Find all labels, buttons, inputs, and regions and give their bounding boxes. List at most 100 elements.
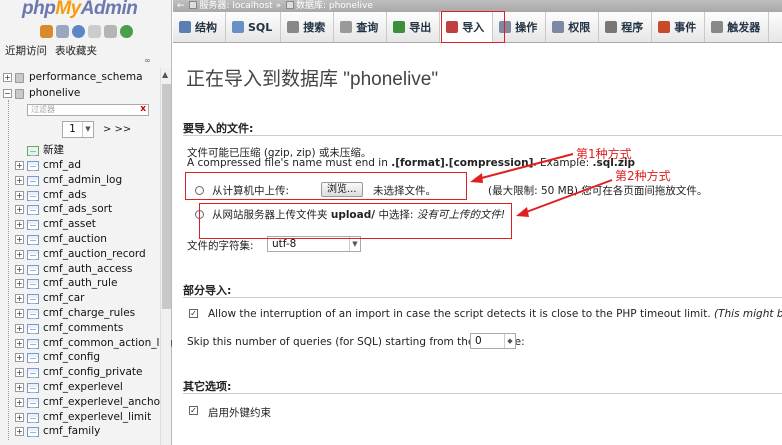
expand-icon[interactable]: + [15,190,24,200]
table-item[interactable]: + cmf_experlevel_anchor [0,395,164,410]
new-table-item[interactable]: 新建 [0,143,160,158]
table-item[interactable]: + cmf_common_action_log [0,336,173,351]
table-item[interactable]: + cmf_asset [0,217,160,232]
skip-queries-input[interactable]: 0 ◆ [470,333,516,349]
tab-sql[interactable]: SQL [226,12,282,42]
expand-icon[interactable]: + [15,397,24,407]
table-item[interactable]: + cmf_auth_rule [0,276,160,291]
expand-icon[interactable]: + [15,368,24,378]
expand-icon[interactable]: + [15,427,24,437]
expand-icon[interactable]: + [15,294,24,304]
table-name[interactable]: cmf_auction_record [43,247,146,262]
table-item[interactable]: + cmf_config [0,350,160,365]
table-item[interactable]: + cmf_experlevel_limit [0,410,160,425]
link-icon[interactable]: ∞ [144,56,154,65]
table-name[interactable]: cmf_experlevel_anchor [43,395,164,410]
table-item[interactable]: + cmf_comments [0,321,160,336]
next-page-link[interactable]: > >> [103,124,131,135]
page-select[interactable]: 1 ▼ [62,121,94,138]
table-item[interactable]: + cmf_ads [0,188,160,203]
tab-search[interactable]: 搜索 [281,12,335,42]
table-name[interactable]: cmf_experlevel_limit [43,410,151,425]
expand-icon[interactable]: + [15,338,24,348]
home-icon[interactable] [40,25,53,38]
expand-icon[interactable]: + [15,412,24,422]
foreign-keys-checkbox[interactable]: ✓ [189,406,198,415]
help-icon[interactable] [72,25,85,38]
table-item[interactable]: + cmf_auction [0,232,160,247]
scroll-up-icon[interactable]: ▲ [162,70,168,79]
tab-triggers[interactable]: 触发器 [705,12,770,42]
table-item[interactable]: + cmf_admin_log [0,173,160,188]
table-item[interactable]: + cmf_auction_record [0,247,160,262]
expand-icon[interactable]: + [15,279,24,289]
expand-icon[interactable]: + [15,205,24,215]
tab-recent[interactable]: 近期访问 [4,42,48,59]
file-section-heading: 要导入的文件: [183,122,254,135]
phpmyadmin-logo[interactable]: phpMyAdmin [22,0,138,20]
clear-filter-icon[interactable]: x [140,104,146,114]
expand-icon[interactable]: + [15,220,24,230]
expand-icon[interactable]: + [15,264,24,274]
table-name[interactable]: cmf_auth_rule [43,276,117,291]
breadcrumb-db[interactable]: 数据库: phonelive [296,1,373,11]
table-item[interactable]: + cmf_car [0,291,160,306]
table-name[interactable]: cmf_auth_access [43,262,132,277]
table-filter-input[interactable]: 过滤器 x [27,104,149,116]
tab-favorites[interactable]: 表收藏夹 [54,42,98,59]
breadcrumb-server[interactable]: 服务器: localhost » [199,1,281,11]
table-name[interactable]: cmf_admin_log [43,173,122,188]
collapse-icon[interactable]: − [3,89,12,98]
scroll-thumb[interactable] [162,84,171,309]
table-item[interactable]: + cmf_auth_access [0,262,160,277]
table-name[interactable]: cmf_asset [43,217,96,232]
table-name[interactable]: cmf_ads [43,188,87,203]
stepper-icon[interactable]: ◆ [504,334,515,348]
table-icon [27,323,39,334]
table-item[interactable]: + cmf_config_private [0,365,160,380]
table-item[interactable]: + cmf_ads_sort [0,202,160,217]
table-name[interactable]: 新建 [43,143,64,158]
settings-icon[interactable] [104,25,117,38]
logout-icon[interactable] [56,25,69,38]
table-name[interactable]: cmf_auction [43,232,107,247]
db-name[interactable]: performance_schema [29,70,143,85]
expand-icon[interactable]: + [15,161,24,170]
table-name[interactable]: cmf_common_action_log [43,336,173,351]
tab-structure[interactable]: 结构 [173,12,226,42]
tab-export[interactable]: 导出 [387,12,441,42]
import-tab-highlight [441,11,505,43]
docs-icon[interactable] [88,25,101,38]
table-name[interactable]: cmf_ads_sort [43,202,112,217]
table-name[interactable]: cmf_experlevel [43,380,123,395]
tab-routines[interactable]: 程序 [599,12,653,42]
expand-icon[interactable]: + [15,235,24,244]
expand-icon[interactable]: + [15,383,24,392]
table-name[interactable]: cmf_ad [43,158,81,173]
tab-privileges[interactable]: 权限 [546,12,600,42]
table-name[interactable]: cmf_charge_rules [43,306,135,321]
allow-interrupt-checkbox[interactable]: ✓ [189,309,198,318]
expand-icon[interactable]: + [3,73,12,82]
table-name[interactable]: cmf_comments [43,321,123,336]
charset-label: 文件的字符集: [187,240,254,252]
reload-icon[interactable] [120,25,133,38]
table-item[interactable]: + cmf_family [0,424,160,439]
expand-icon[interactable]: + [15,249,24,259]
expand-icon[interactable]: + [15,323,24,333]
table-name[interactable]: cmf_family [43,424,100,439]
table-item[interactable]: + cmf_charge_rules [0,306,160,321]
table-name[interactable]: cmf_car [43,291,84,306]
db-name[interactable]: phonelive [29,86,80,101]
table-item[interactable]: + cmf_ad [0,158,160,173]
table-item[interactable]: + cmf_experlevel [0,380,160,395]
server-icon [189,1,198,9]
expand-icon[interactable]: + [15,175,24,185]
table-name[interactable]: cmf_config_private [43,365,142,380]
expand-icon[interactable]: + [15,309,24,318]
table-name[interactable]: cmf_config [43,350,100,365]
tab-events[interactable]: 事件 [652,12,706,42]
tab-query[interactable]: 查询 [334,12,388,42]
expand-icon[interactable]: + [15,353,24,363]
nav-scrollbar[interactable]: ▲ [160,68,171,445]
